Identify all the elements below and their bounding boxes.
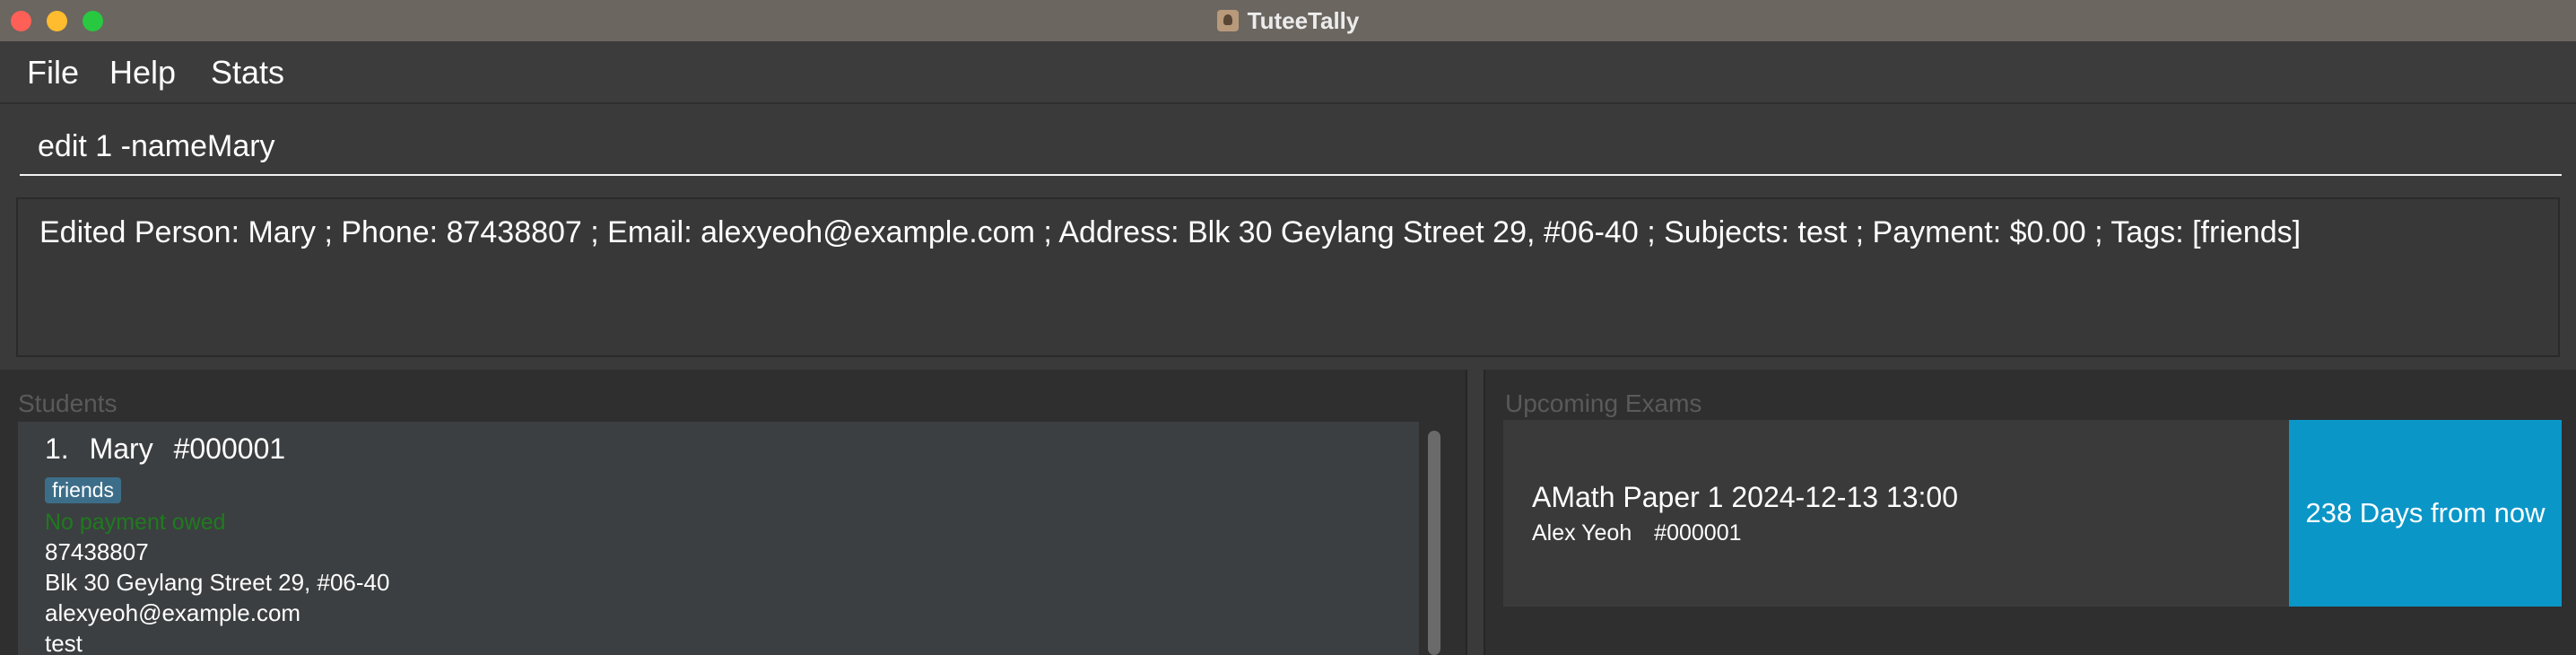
result-message: Edited Person: Mary ; Phone: 87438807 ; … — [39, 215, 2302, 249]
command-input[interactable] — [20, 118, 2562, 176]
exam-name: AMath Paper 1 2024-12-13 13:00 — [1532, 481, 1958, 513]
window-title: TuteeTally — [1247, 6, 1360, 34]
exam-student: Alex Yeoh #000001 — [1532, 520, 1758, 546]
menu-bar: File Help Stats — [0, 41, 2576, 104]
divider — [0, 357, 2576, 370]
menu-file[interactable]: File — [27, 54, 79, 92]
app-icon — [1216, 10, 1239, 31]
student-subjects: test — [45, 630, 83, 655]
exam-student-id: #000001 — [1654, 520, 1742, 546]
exam-student-name: Alex Yeoh — [1532, 520, 1632, 546]
payment-status: No payment owed — [45, 510, 226, 535]
student-name: Mary — [89, 432, 153, 465]
student-id: #000001 — [173, 432, 286, 465]
title-bar: TuteeTally — [0, 0, 2576, 41]
student-card[interactable]: 1. Mary #000001 friends No payment owed … — [18, 422, 1419, 655]
menu-help[interactable]: Help — [109, 54, 176, 92]
students-panel: Students 1. Mary #000001 friends No paym… — [0, 370, 1467, 655]
student-index: 1. — [45, 432, 69, 465]
window-title-group: TuteeTally — [0, 0, 2576, 41]
command-box — [0, 106, 2576, 188]
exam-card[interactable]: AMath Paper 1 2024-12-13 13:00 Alex Yeoh… — [1503, 420, 2562, 607]
exams-panel: Upcoming Exams AMath Paper 1 2024-12-13 … — [1484, 370, 2576, 655]
scroll-thumb[interactable] — [1428, 431, 1440, 655]
tag-badge: friends — [45, 477, 122, 503]
result-display: Edited Person: Mary ; Phone: 87438807 ; … — [16, 197, 2560, 357]
exams-title: Upcoming Exams — [1505, 389, 1702, 417]
students-scrollbar[interactable] — [1424, 427, 1444, 655]
students-title: Students — [18, 389, 117, 417]
student-email: alexyeoh@example.com — [45, 599, 301, 626]
student-phone: 87438807 — [45, 538, 149, 565]
countdown-badge: 238 Days from now — [2289, 420, 2562, 607]
menu-stats[interactable]: Stats — [211, 54, 284, 92]
student-address: Blk 30 Geylang Street 29, #06-40 — [45, 569, 390, 596]
student-header: 1. Mary #000001 — [45, 432, 298, 466]
